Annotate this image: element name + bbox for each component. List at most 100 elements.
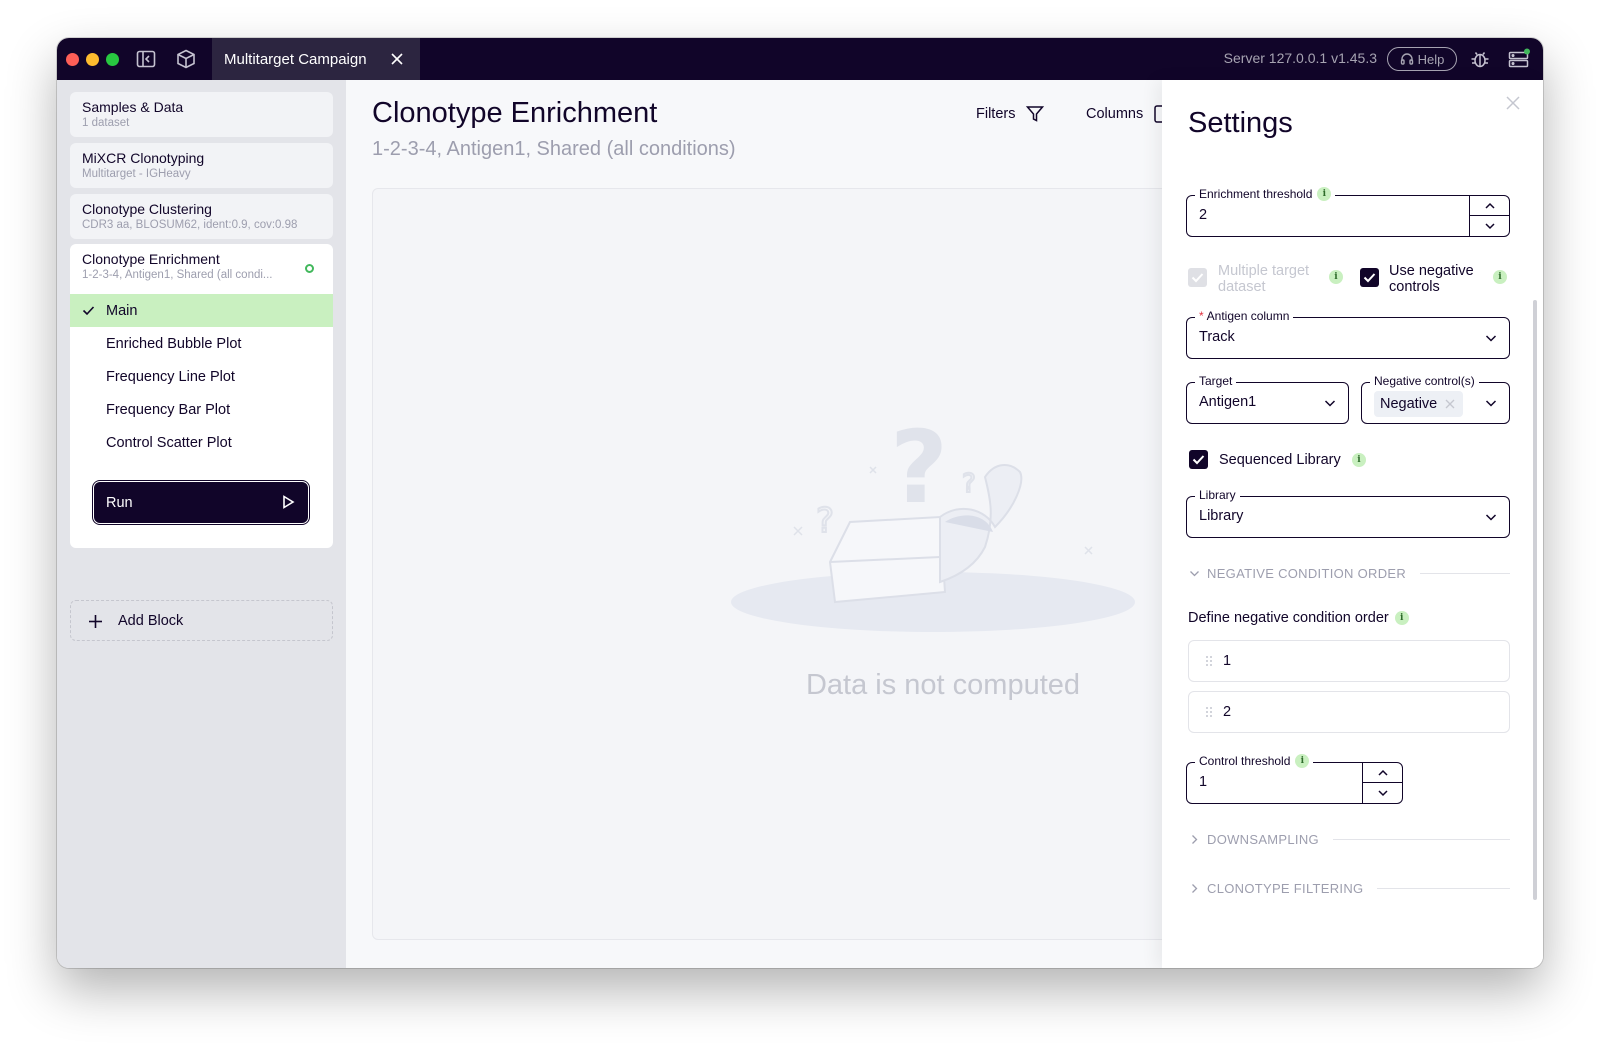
remove-chip-icon[interactable]	[1444, 398, 1456, 410]
use-negative-controls-label: Use negative controls	[1389, 263, 1474, 295]
multiple-target-checkbox[interactable]	[1188, 268, 1207, 287]
subitem-control-scatter-plot[interactable]: Control Scatter Plot	[70, 426, 333, 459]
info-icon[interactable]: i	[1317, 187, 1332, 201]
chevron-up-icon	[1377, 769, 1388, 776]
info-icon[interactable]: i	[1493, 270, 1507, 284]
clonotype-filtering-section[interactable]: CLONOTYPE FILTERING	[1188, 881, 1510, 896]
antigen-column-select[interactable]: * Antigen column Track	[1186, 309, 1510, 359]
help-label: Help	[1417, 51, 1445, 67]
field-label: Control threshold i	[1195, 754, 1314, 768]
downsampling-section[interactable]: DOWNSAMPLING	[1188, 832, 1510, 847]
svg-text:?: ?	[890, 422, 948, 526]
field-label: Library	[1195, 488, 1240, 502]
control-threshold-value[interactable]: 1	[1199, 774, 1207, 790]
close-window-button[interactable]	[66, 53, 79, 66]
drag-handle-icon[interactable]	[1205, 706, 1213, 718]
chevron-down-icon	[1484, 223, 1495, 230]
control-threshold-stepper	[1362, 763, 1402, 803]
add-block-button[interactable]: Add Block	[70, 600, 333, 641]
maximize-window-button[interactable]	[106, 53, 119, 66]
status-indicator	[305, 264, 314, 273]
info-icon[interactable]: i	[1295, 754, 1310, 768]
drag-handle-icon[interactable]	[1205, 655, 1213, 667]
close-icon[interactable]	[388, 50, 406, 68]
sequenced-library-checkbox[interactable]	[1189, 450, 1208, 469]
field-label: Target	[1195, 374, 1237, 388]
block-subtitle: 1 dataset	[82, 117, 130, 129]
label-line: Use negative	[1389, 263, 1474, 279]
order-item[interactable]: 1	[1188, 640, 1510, 682]
enrichment-threshold-value[interactable]: 2	[1199, 207, 1207, 223]
chevron-up-icon	[1484, 202, 1495, 209]
increment-button[interactable]	[1470, 196, 1509, 216]
block-title: Clonotype Clustering	[82, 201, 212, 217]
columns-button[interactable]: Columns	[1086, 104, 1171, 124]
info-icon[interactable]: i	[1329, 270, 1343, 284]
sidebar-toggle-icon[interactable]	[135, 48, 157, 70]
server-status-icon[interactable]	[1507, 48, 1531, 70]
decrement-button[interactable]	[1363, 783, 1402, 803]
chevron-right-icon	[1192, 884, 1198, 893]
package-icon[interactable]	[175, 48, 197, 70]
sidebar: Samples & Data 1 dataset MiXCR Clonotypi…	[57, 80, 346, 968]
negative-condition-order-section[interactable]: NEGATIVE CONDITION ORDER	[1188, 566, 1510, 581]
tab-label: Multitarget Campaign	[224, 50, 367, 68]
block-subtitle: Multitarget - IGHeavy	[82, 168, 191, 180]
block-mixcr-clonotyping[interactable]: MiXCR Clonotyping Multitarget - IGHeavy	[70, 143, 333, 188]
subitem-label: Main	[106, 302, 138, 319]
required-marker: *	[1199, 309, 1204, 323]
run-button[interactable]: Run	[94, 482, 308, 523]
block-header[interactable]: Clonotype Enrichment 1-2-3-4, Antigen1, …	[70, 244, 333, 294]
subitem-frequency-bar-plot[interactable]: Frequency Bar Plot	[70, 393, 333, 426]
section-title: CLONOTYPE FILTERING	[1207, 881, 1364, 896]
minimize-window-button[interactable]	[86, 53, 99, 66]
subitem-label: Control Scatter Plot	[106, 434, 232, 451]
subitem-label: Frequency Bar Plot	[106, 401, 231, 418]
subitem-main[interactable]: Main	[70, 294, 333, 327]
run-label: Run	[106, 494, 133, 511]
play-icon	[283, 495, 295, 509]
check-icon	[1192, 455, 1205, 465]
page-subtitle: 1-2-3-4, Antigen1, Shared (all condition…	[372, 138, 736, 160]
help-button[interactable]: Help	[1387, 47, 1457, 71]
bug-icon[interactable]	[1469, 48, 1491, 70]
info-icon[interactable]: i	[1394, 611, 1409, 625]
subitem-label: Frequency Line Plot	[106, 368, 235, 385]
chevron-down-icon	[1190, 571, 1199, 577]
decrement-button[interactable]	[1470, 216, 1509, 236]
increment-button[interactable]	[1363, 763, 1402, 783]
subitem-frequency-line-plot[interactable]: Frequency Line Plot	[70, 360, 333, 393]
control-threshold-field[interactable]: Control threshold i 1	[1186, 754, 1403, 804]
use-negative-controls-checkbox[interactable]	[1360, 268, 1379, 287]
page-title: Clonotype Enrichment	[372, 97, 658, 129]
section-title: NEGATIVE CONDITION ORDER	[1207, 566, 1407, 581]
chip-label: Negative	[1380, 396, 1438, 412]
negative-controls-select[interactable]: Negative control(s) Negative	[1361, 374, 1510, 424]
settings-scrollbar[interactable]	[1533, 300, 1537, 900]
subitem-enriched-bubble-plot[interactable]: Enriched Bubble Plot	[70, 327, 333, 360]
close-icon[interactable]	[1504, 94, 1522, 112]
multiple-target-label: Multiple target dataset	[1218, 263, 1309, 295]
filter-icon	[1026, 106, 1045, 122]
chevron-right-icon	[1192, 835, 1198, 844]
target-select[interactable]: Target Antigen1	[1186, 374, 1349, 424]
enrichment-threshold-field[interactable]: Enrichment threshold i 2	[1186, 187, 1510, 237]
empty-state-text: Data is not computed	[805, 669, 1081, 701]
tab-multitarget-campaign[interactable]: Multitarget Campaign	[212, 38, 420, 80]
block-samples-data[interactable]: Samples & Data 1 dataset	[70, 92, 333, 137]
chevron-down-icon	[1324, 400, 1336, 407]
target-value: Antigen1	[1199, 394, 1257, 410]
settings-panel: Settings Enrichment threshold i 2 Multip…	[1162, 80, 1543, 968]
info-icon[interactable]: i	[1352, 453, 1366, 467]
library-select[interactable]: Library Library	[1186, 488, 1510, 538]
block-clonotype-clustering[interactable]: Clonotype Clustering CDR3 aa, BLOSUM62, …	[70, 194, 333, 239]
settings-title: Settings	[1188, 107, 1293, 139]
library-label: Library	[1199, 488, 1236, 502]
order-item[interactable]: 2	[1188, 691, 1510, 733]
label-line: controls	[1389, 279, 1440, 295]
filters-button[interactable]: Filters	[976, 104, 1045, 124]
app-window: Multitarget Campaign Server 127.0.0.1 v1…	[57, 38, 1543, 968]
chevron-down-icon	[1485, 335, 1497, 342]
filters-label: Filters	[976, 106, 1016, 122]
chevron-down-icon	[1485, 400, 1497, 407]
